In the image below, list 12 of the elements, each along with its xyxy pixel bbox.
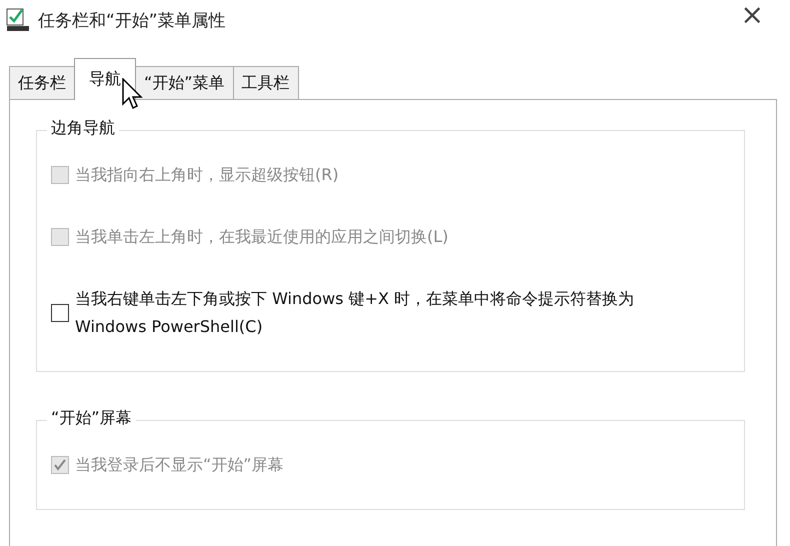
app-icon <box>6 8 30 32</box>
checkbox-label: 当我指向右上角时，显示超级按钮(R) <box>75 164 340 186</box>
tab[interactable]: 任务栏 <box>9 66 75 100</box>
tab[interactable]: 工具栏 <box>232 66 299 100</box>
checkbox-label: 当我单击左上角时，在我最近使用的应用之间切换(L) <box>75 226 450 248</box>
tab[interactable]: 导航 <box>74 58 136 100</box>
checkbox-label: 当我右键单击左下角或按下 Windows 键+X 时，在菜单中将命令提示符替换为 Windows PowerShell(C) <box>75 288 636 338</box>
close-button[interactable]: × <box>736 0 768 31</box>
checkbox[interactable] <box>51 304 69 322</box>
window-title: 任务栏和“开始”菜单属性 <box>38 10 226 32</box>
checkbox-label: 当我登录后不显示“开始”屏幕 <box>75 454 285 476</box>
tab[interactable]: “开始”菜单 <box>135 66 234 100</box>
